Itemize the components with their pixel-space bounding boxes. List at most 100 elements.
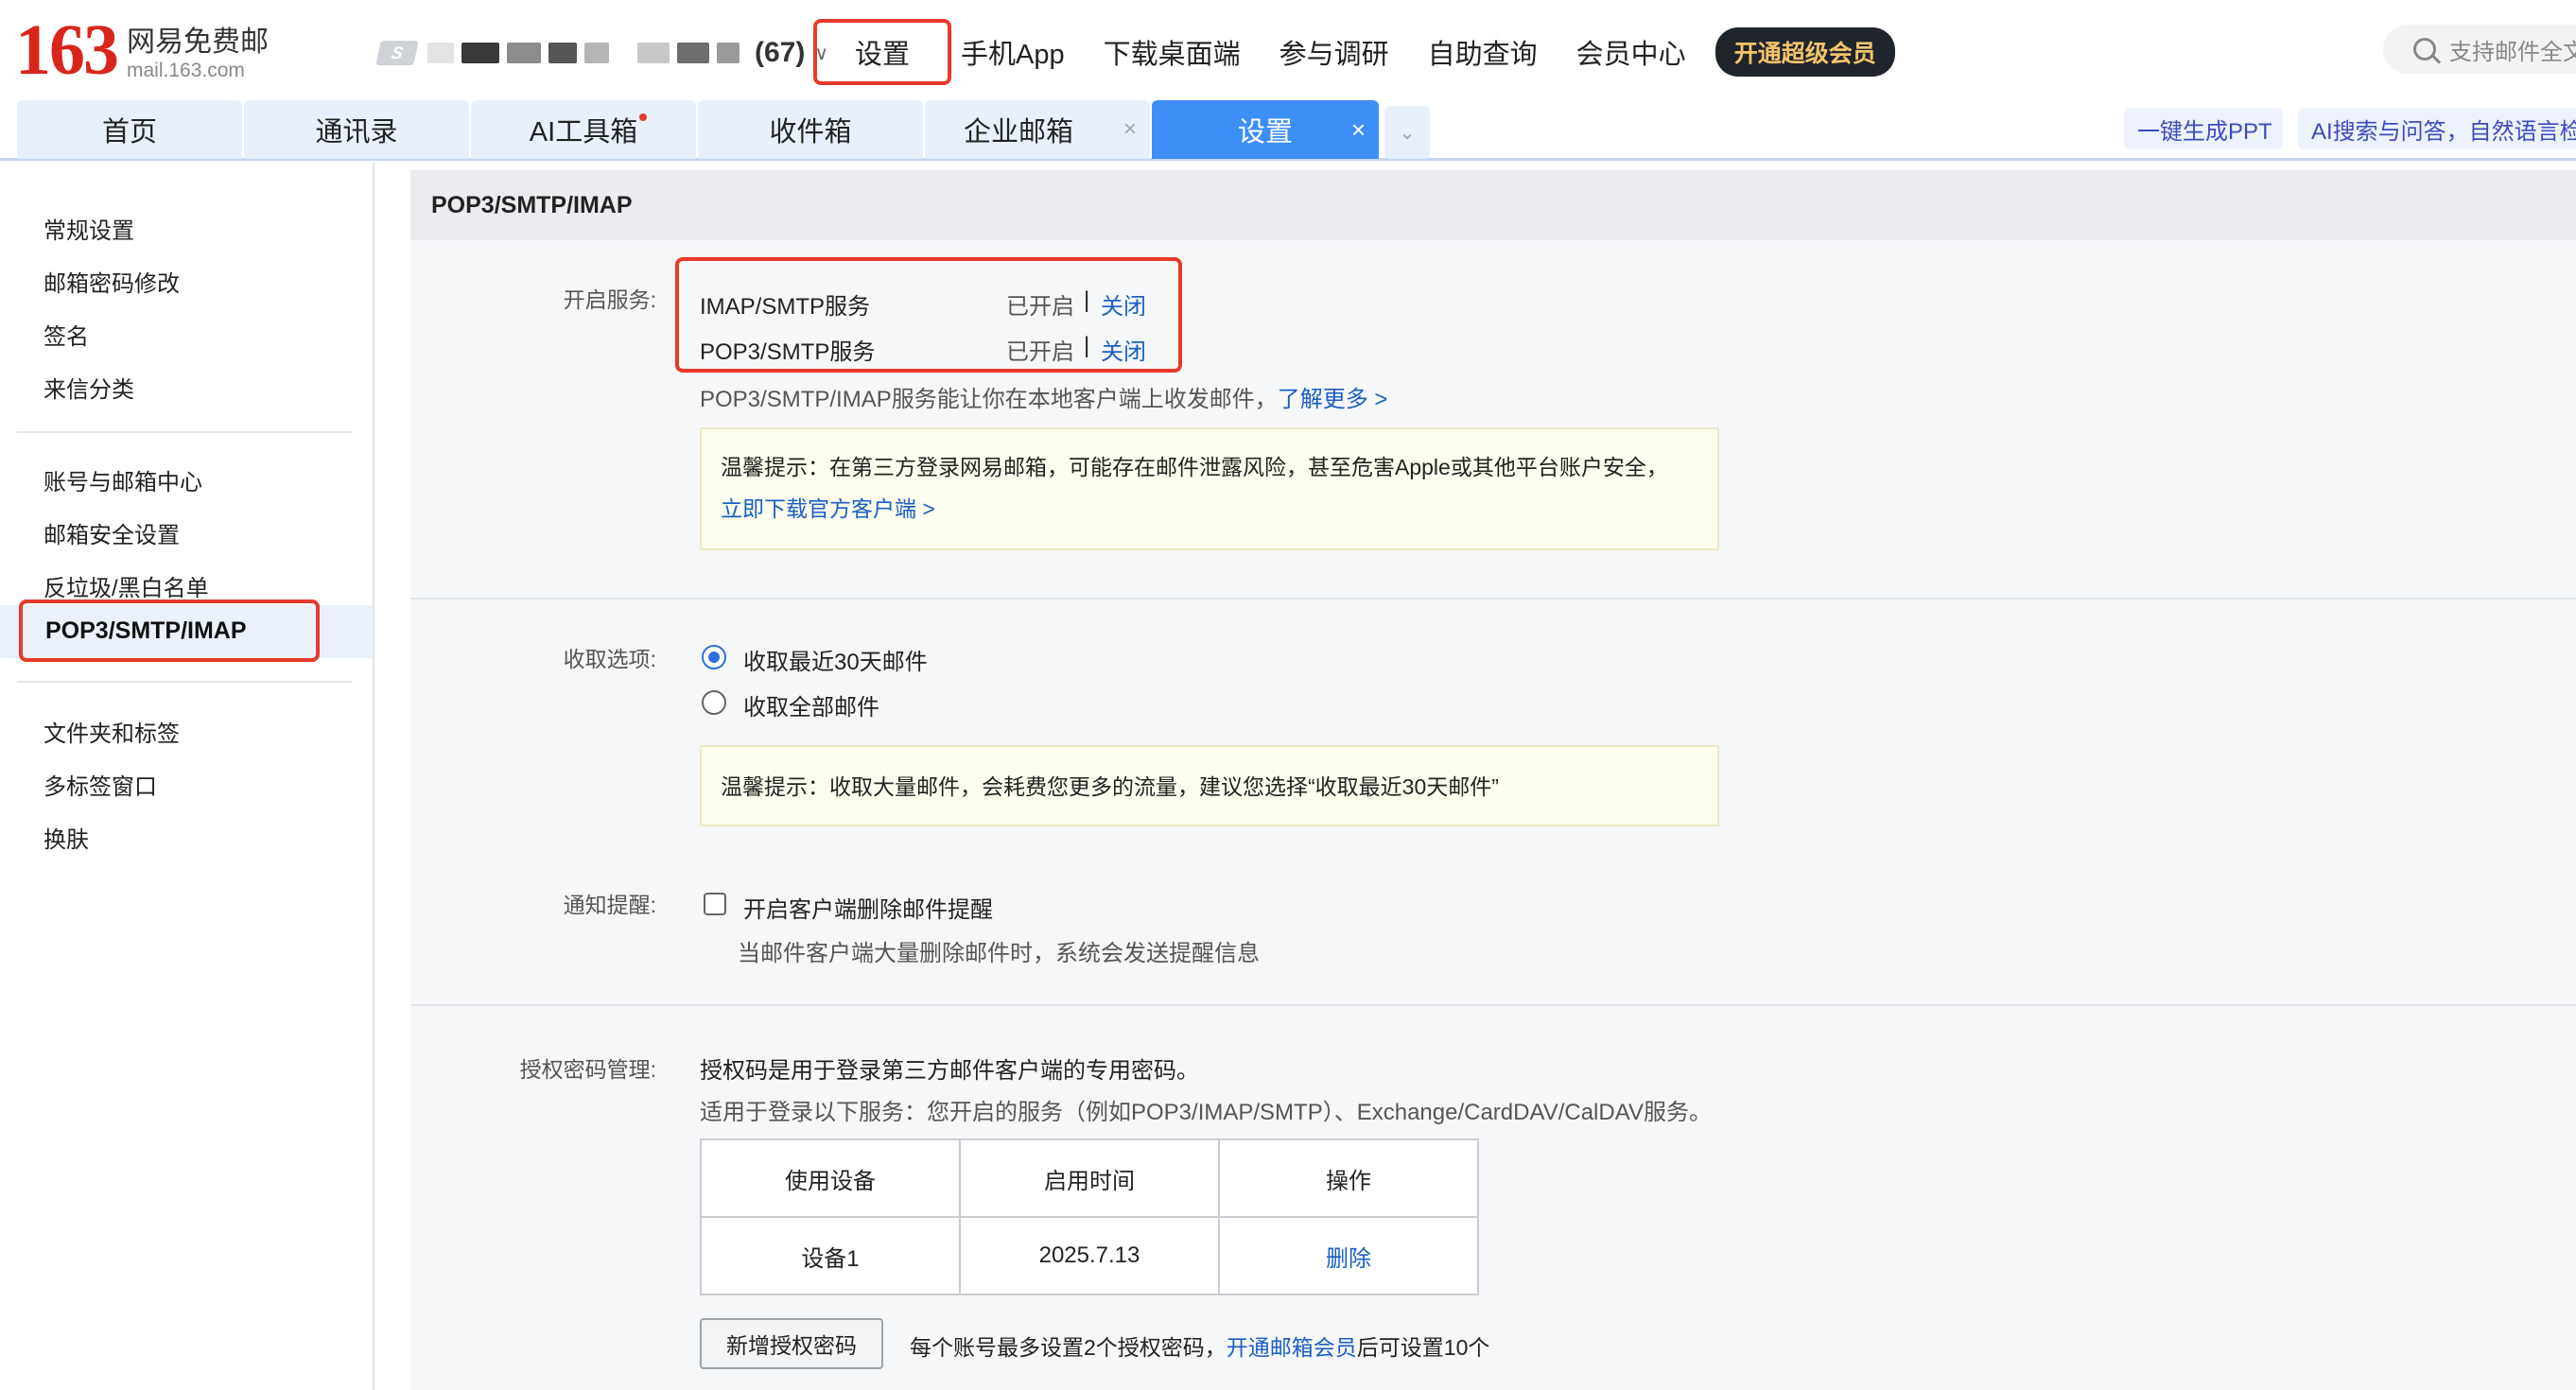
- traffic-tip: 温馨提示：收取大量邮件，会耗费您更多的流量，建议您选择“收取最近30天邮件”: [700, 745, 1719, 826]
- receive-all-label[interactable]: 收取全部邮件: [743, 688, 879, 721]
- top-bar: 163 网易免费邮 mail.163.com S (67) ∨ 设置 手机App…: [0, 0, 2576, 102]
- search-input[interactable]: 支持邮件全文: [2383, 25, 2576, 74]
- service-description-text: POP3/SMTP/IMAP服务能让你在本地客户端上收发邮件，: [700, 387, 1278, 412]
- imap-smtp-close-link[interactable]: 关闭: [1101, 287, 1146, 321]
- receive-30-days-radio[interactable]: [702, 645, 726, 669]
- download-client-link[interactable]: 立即下载官方客户端 >: [721, 488, 1698, 530]
- topnav-member-center[interactable]: 会员中心: [1576, 32, 1686, 72]
- logo-text: 网易免费邮 mail.163.com: [127, 26, 269, 83]
- table-header-row: 使用设备 启用时间 操作: [700, 1138, 1479, 1218]
- table-row: 设备1 2025.7.13 删除: [700, 1216, 1479, 1295]
- settings-sidebar: 常规设置 邮箱密码修改 签名 来信分类 账号与邮箱中心 邮箱安全设置 反垃圾/黑…: [0, 163, 374, 1390]
- page-title: POP3/SMTP/IMAP: [410, 170, 2576, 240]
- imap-smtp-service-name: IMAP/SMTP服务: [700, 294, 871, 320]
- tab-contacts[interactable]: 通讯录: [244, 100, 469, 159]
- close-icon[interactable]: ×: [1351, 115, 1366, 145]
- sidebar-item-security[interactable]: 邮箱安全设置: [44, 516, 180, 549]
- top-nav: 设置 手机App 下载桌面端 参与调研 自助查询 会员中心 开通超级会员: [813, 19, 1895, 85]
- logo-name: 网易免费邮: [127, 26, 269, 58]
- receive-30-days-label[interactable]: 收取最近30天邮件: [743, 643, 928, 676]
- pop3-smtp-close-link[interactable]: 关闭: [1101, 333, 1146, 366]
- auth-label: 授权密码管理:: [519, 1057, 656, 1082]
- auth-limit-suffix: 后可设置10个: [1356, 1335, 1490, 1360]
- section-divider: [410, 1004, 2576, 1006]
- sidebar-item-password[interactable]: 邮箱密码修改: [44, 265, 180, 298]
- sidebar-item-pop3-smtp-imap[interactable]: POP3/SMTP/IMAP: [19, 599, 320, 662]
- sidebar-item-general[interactable]: 常规设置: [44, 212, 134, 245]
- sidebar-item-account-center[interactable]: 账号与邮箱中心: [44, 463, 202, 496]
- delete-link[interactable]: 删除: [1218, 1216, 1479, 1295]
- logo-domain: mail.163.com: [127, 60, 245, 81]
- sidebar-item-signature[interactable]: 签名: [44, 318, 89, 351]
- enabled-time-cell: 2025.7.13: [959, 1216, 1220, 1295]
- ai-search-button[interactable]: AI搜索与问答，自然语言检索: [2298, 108, 2576, 149]
- search-placeholder: 支持邮件全文: [2449, 39, 2576, 65]
- notification-dot: [639, 113, 647, 121]
- table-header: 使用设备: [700, 1138, 961, 1218]
- delete-alert-checkbox[interactable]: [704, 893, 726, 915]
- unread-count: (67): [755, 37, 806, 68]
- device-cell: 设备1: [700, 1216, 961, 1295]
- tab-settings[interactable]: 设置 ×: [1152, 100, 1379, 159]
- account-name-redacted: [548, 43, 577, 63]
- security-tip-text: 温馨提示：在第三方登录网易邮箱，可能存在邮件泄露风险，甚至危害Apple或其他平…: [721, 455, 1668, 479]
- settings-content: POP3/SMTP/IMAP 开启服务: IMAP/SMTP服务 已开启 | 关…: [410, 170, 2576, 1390]
- logo-number: 163: [15, 10, 119, 90]
- tab-label: 收件箱: [769, 117, 852, 148]
- account-switcher[interactable]: S (67) ∨: [375, 32, 828, 74]
- tab-bar: 首页 通讯录 AI工具箱 收件箱 企业邮箱 × 设置 × ⌄ 一键生成PPT A…: [0, 98, 2576, 161]
- topnav-mobile-app[interactable]: 手机App: [961, 32, 1065, 72]
- tab-ai-toolbox[interactable]: AI工具箱: [471, 100, 696, 159]
- logo[interactable]: 163 网易免费邮 mail.163.com: [15, 10, 269, 90]
- service-label: 开启服务:: [563, 287, 656, 312]
- service-description: POP3/SMTP/IMAP服务能让你在本地客户端上收发邮件，了解更多 >: [700, 380, 1387, 413]
- tab-label: 通讯录: [315, 117, 398, 148]
- account-name-redacted: [461, 43, 499, 63]
- pop3-smtp-status: 已开启: [1006, 339, 1074, 365]
- ai-ppt-button[interactable]: 一键生成PPT: [2124, 108, 2283, 149]
- separator: |: [1084, 287, 1090, 313]
- delete-alert-desc: 当邮件客户端大量删除邮件时，系统会发送提醒信息: [738, 941, 1260, 966]
- topnav-settings[interactable]: 设置: [813, 19, 952, 85]
- sidebar-item-folders-labels[interactable]: 文件夹和标签: [44, 715, 180, 748]
- table-header: 操作: [1218, 1138, 1479, 1218]
- sidebar-item-multi-tab[interactable]: 多标签窗口: [44, 768, 157, 801]
- topnav-download-desktop[interactable]: 下载桌面端: [1104, 32, 1241, 72]
- sidebar-divider: [17, 431, 352, 433]
- account-badge: S: [375, 41, 419, 65]
- receive-label: 收取选项:: [563, 647, 656, 671]
- table-header: 启用时间: [959, 1138, 1220, 1218]
- imap-smtp-status: 已开启: [1006, 294, 1074, 320]
- tab-enterprise-mail[interactable]: 企业邮箱 ×: [925, 100, 1150, 159]
- close-icon[interactable]: ×: [1123, 116, 1137, 143]
- auth-limit-prefix: 每个账号最多设置2个授权密码，: [910, 1335, 1227, 1360]
- sidebar-item-spam-filter[interactable]: 反垃圾/黑白名单: [44, 569, 209, 602]
- tab-label: 企业邮箱: [963, 117, 1073, 148]
- section-divider: [410, 598, 2576, 599]
- vip-upgrade-button[interactable]: 开通超级会员: [1714, 27, 1895, 77]
- topnav-survey[interactable]: 参与调研: [1279, 32, 1389, 72]
- separator: |: [1084, 333, 1090, 358]
- sidebar-item-skin[interactable]: 换肤: [44, 821, 89, 854]
- delete-alert-label[interactable]: 开启客户端删除邮件提醒: [743, 891, 993, 924]
- topnav-self-service[interactable]: 自助查询: [1428, 32, 1538, 72]
- chevron-down-icon[interactable]: ⌄: [1384, 106, 1430, 159]
- security-tip: 温馨提示：在第三方登录网易邮箱，可能存在邮件泄露风险，甚至危害Apple或其他平…: [700, 427, 1719, 550]
- open-vip-link[interactable]: 开通邮箱会员: [1227, 1335, 1357, 1360]
- account-name-redacted: [584, 43, 609, 63]
- account-name-redacted: [717, 43, 740, 63]
- receive-all-radio[interactable]: [702, 690, 726, 715]
- tab-label: 设置: [1237, 117, 1293, 148]
- account-name-redacted: [637, 43, 670, 63]
- sidebar-divider: [17, 681, 352, 683]
- pop3-smtp-service-name: POP3/SMTP服务: [700, 339, 876, 365]
- notify-label: 通知提醒:: [563, 893, 656, 917]
- tab-inbox[interactable]: 收件箱: [698, 100, 923, 159]
- tab-home[interactable]: 首页: [17, 100, 242, 159]
- learn-more-link[interactable]: 了解更多 >: [1278, 387, 1388, 412]
- account-name-redacted: [677, 43, 709, 63]
- add-auth-password-button[interactable]: 新增授权密码: [700, 1318, 883, 1369]
- tab-label: AI工具箱: [529, 117, 638, 148]
- auth-description: 授权码是用于登录第三方邮件客户端的专用密码。: [700, 1058, 1199, 1084]
- sidebar-item-mail-rules[interactable]: 来信分类: [44, 371, 134, 404]
